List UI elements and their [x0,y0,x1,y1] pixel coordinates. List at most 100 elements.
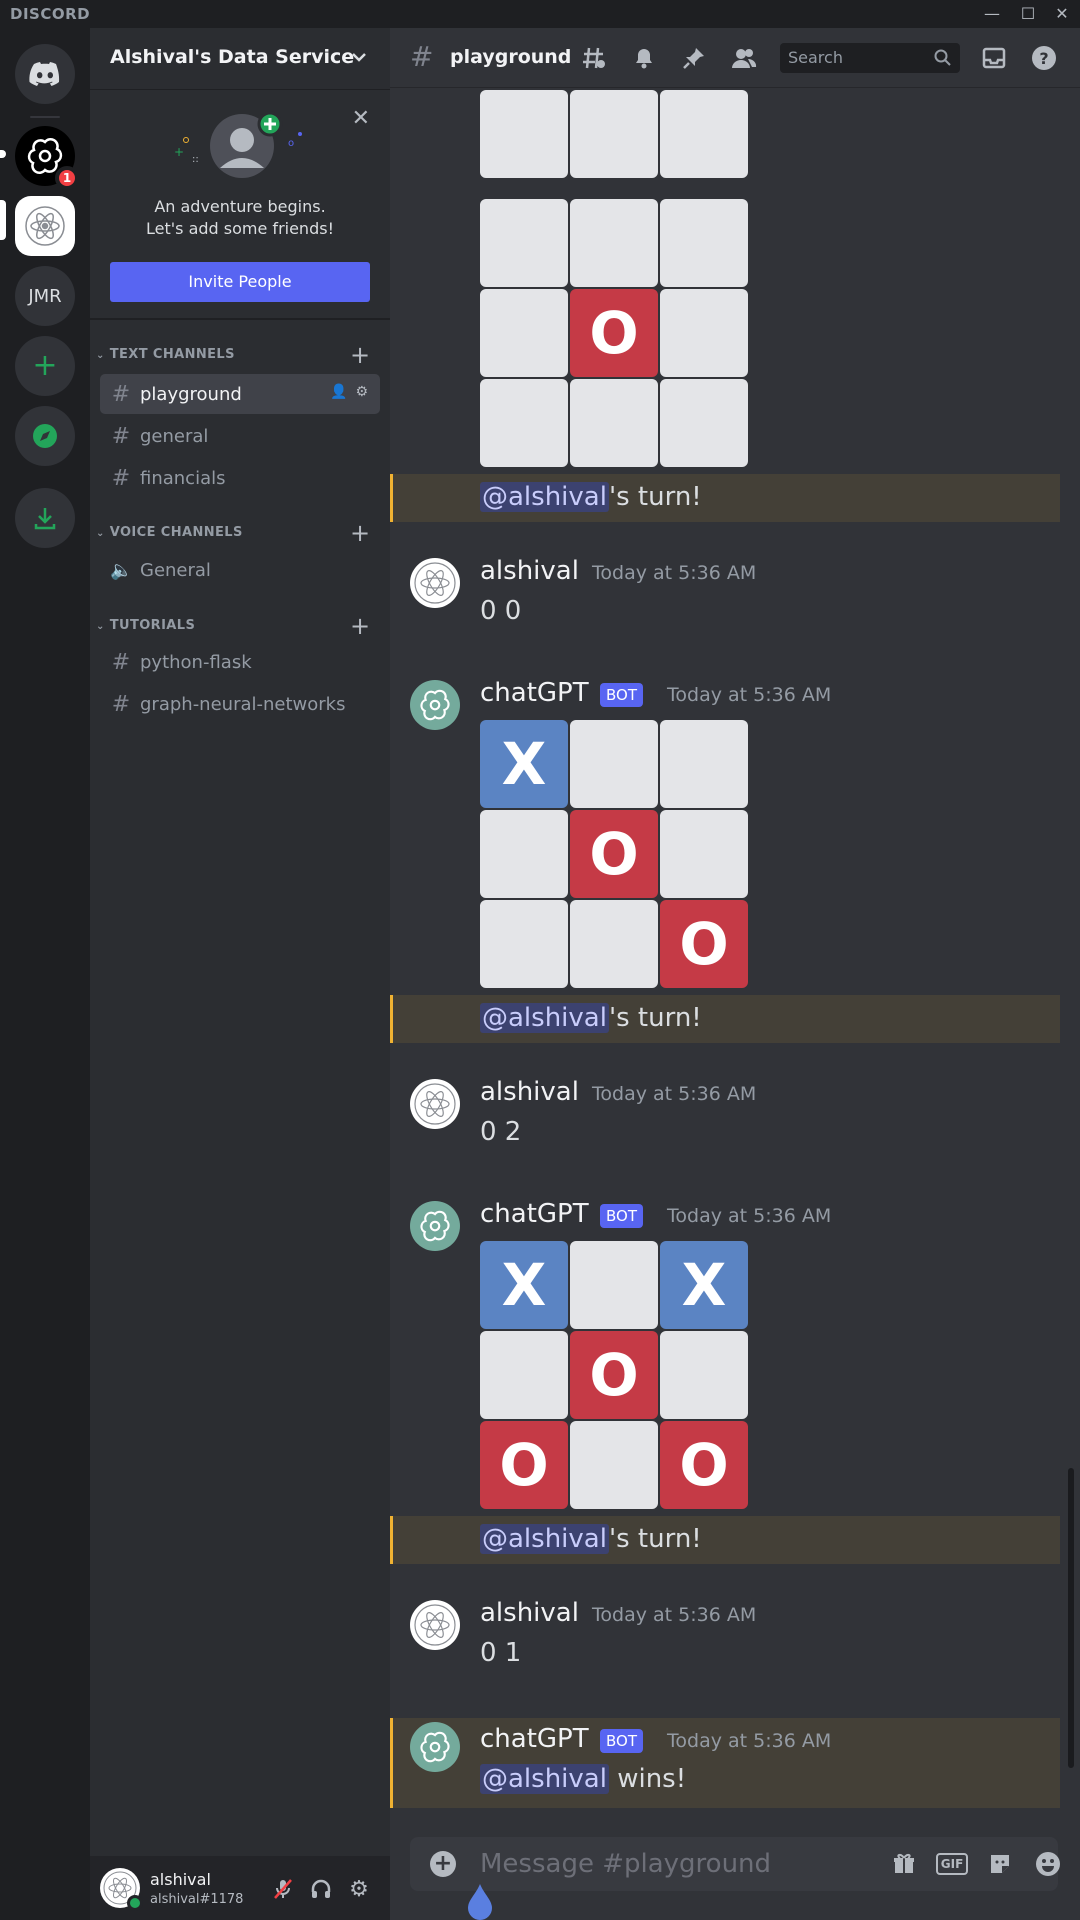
board-cell-o: O [480,1421,568,1509]
board-cell-empty [480,900,568,988]
deafen-button[interactable] [308,1876,334,1902]
category-voice-channels[interactable]: ⌄ VOICE CHANNELS + [96,519,370,547]
server-alshival-data-service[interactable] [15,196,75,256]
board-cell-empty [660,289,748,377]
emoji-button[interactable] [1034,1850,1062,1878]
create-channel-icon[interactable]: + [350,519,371,547]
user-mention[interactable]: @alshival [480,1524,609,1554]
board-cell-empty [570,379,658,467]
channel-playground[interactable]: # playground 👤 ⚙ [100,374,380,414]
tictactoe-board-prev: O [480,88,750,180]
help-button[interactable]: ? [1030,44,1058,72]
board-cell-x: X [480,1241,568,1329]
text-channel-icon: # [410,40,434,73]
invite-people-button[interactable]: Invite People [110,262,370,302]
notifications-button[interactable] [630,44,658,72]
message-author[interactable]: alshival [480,1598,579,1628]
message-author[interactable]: chatGPT [480,1724,589,1754]
turn-text: 's turn! [608,482,702,512]
board-cell-empty [660,379,748,467]
unread-pill [0,150,6,158]
user-mention[interactable]: @alshival [480,482,609,512]
user-settings-button[interactable]: ⚙ [346,1876,372,1902]
channel-label: graph-neural-networks [140,693,346,715]
board-cell-empty [570,90,658,178]
channel-python-flask[interactable]: # python-flask [100,642,380,682]
svg-text:?: ? [1039,49,1048,68]
board-cell-o: O [570,289,658,377]
channel-label: python-flask [140,651,252,673]
rail-separator [30,116,60,118]
explore-button[interactable] [15,406,75,466]
category-text-channels[interactable]: ⌄ TEXT CHANNELS + [96,341,370,369]
create-channel-icon[interactable]: + [350,341,371,369]
message-timestamp: Today at 5:36 AM [667,1730,832,1752]
scrollbar-thumb[interactable] [1068,1468,1074,1768]
turn-text: 's turn! [608,1524,702,1554]
bot-badge: BOT [600,1729,643,1753]
download-apps-button[interactable] [15,488,75,548]
board-cell-empty [660,199,748,287]
create-channel-icon[interactable]: + [350,612,371,640]
avatar[interactable] [100,1868,143,1911]
inbox-button[interactable] [980,44,1008,72]
board-cell-empty [660,720,748,808]
avatar[interactable] [410,1600,460,1650]
invite-member-icon[interactable]: 👤 [330,384,347,400]
avatar[interactable] [410,1722,460,1772]
openai-logo-icon [420,1731,450,1763]
avatar[interactable] [410,1079,460,1129]
pinned-messages-button[interactable] [680,44,708,72]
mute-mic-button[interactable] [270,1876,296,1902]
maximize-icon[interactable]: ☐ [1014,2,1042,26]
emoji-icon [1036,1852,1060,1876]
close-window-icon[interactable]: ✕ [1048,2,1076,26]
message-composer: + Message #playground GIF [410,1837,1060,1891]
channel-general[interactable]: # general [100,416,380,456]
server-chatgpt[interactable]: 1 [15,126,79,190]
tictactoe-board-2: XOO [480,720,750,990]
gift-button[interactable] [890,1850,918,1878]
avatar[interactable] [410,680,460,730]
message-input[interactable]: Message #playground [480,1849,771,1879]
user-mention[interactable]: @alshival [480,1764,609,1794]
server-jmr[interactable]: JMR [15,266,75,326]
channel-financials[interactable]: # financials [100,458,380,498]
win-text: wins! [608,1764,687,1794]
close-icon[interactable]: ✕ [352,106,370,131]
message-author[interactable]: alshival [480,1077,579,1107]
member-list-button[interactable] [730,44,758,72]
scrollbar[interactable] [1066,88,1076,1833]
guild-header[interactable]: Alshival's Data Service [90,28,390,90]
avatar[interactable] [410,1201,460,1251]
message-timestamp: Today at 5:36 AM [667,684,832,706]
category-tutorials[interactable]: ⌄ TUTORIALS + [96,612,370,640]
add-server-button[interactable]: + [15,336,75,396]
add-attachment-icon[interactable]: + [430,1851,456,1877]
board-cell-o: O [660,900,748,988]
message-content: @alshival wins! [480,1764,686,1794]
minimize-icon[interactable]: — [978,2,1006,26]
message-author[interactable]: alshival [480,556,579,586]
svg-text:+: + [174,145,184,159]
pin-icon [683,48,704,69]
voice-channel-general[interactable]: 🔈 General [100,550,380,590]
message-author[interactable]: chatGPT [480,1199,589,1229]
user-mention[interactable]: @alshival [480,1003,609,1033]
message-list[interactable]: O O @alshival's turn! alshival Today at … [390,88,1080,1833]
sticker-button[interactable] [986,1850,1014,1878]
threads-button[interactable] [580,44,608,72]
message-author[interactable]: chatGPT [480,678,589,708]
gear-icon[interactable]: ⚙ [355,384,368,400]
locked-channel-icon: # [111,465,131,491]
board-cell-empty [480,289,568,377]
board-cell-x: X [660,1241,748,1329]
board-cell-empty [570,1421,658,1509]
message-content: 0 1 [480,1638,522,1668]
search-input[interactable]: Search [780,43,960,73]
avatar[interactable] [410,558,460,608]
home-button[interactable] [15,44,75,104]
gif-button[interactable]: GIF [935,1850,969,1878]
board-cell-empty [660,90,748,178]
channel-graph-neural-networks[interactable]: # graph-neural-networks [100,684,380,724]
